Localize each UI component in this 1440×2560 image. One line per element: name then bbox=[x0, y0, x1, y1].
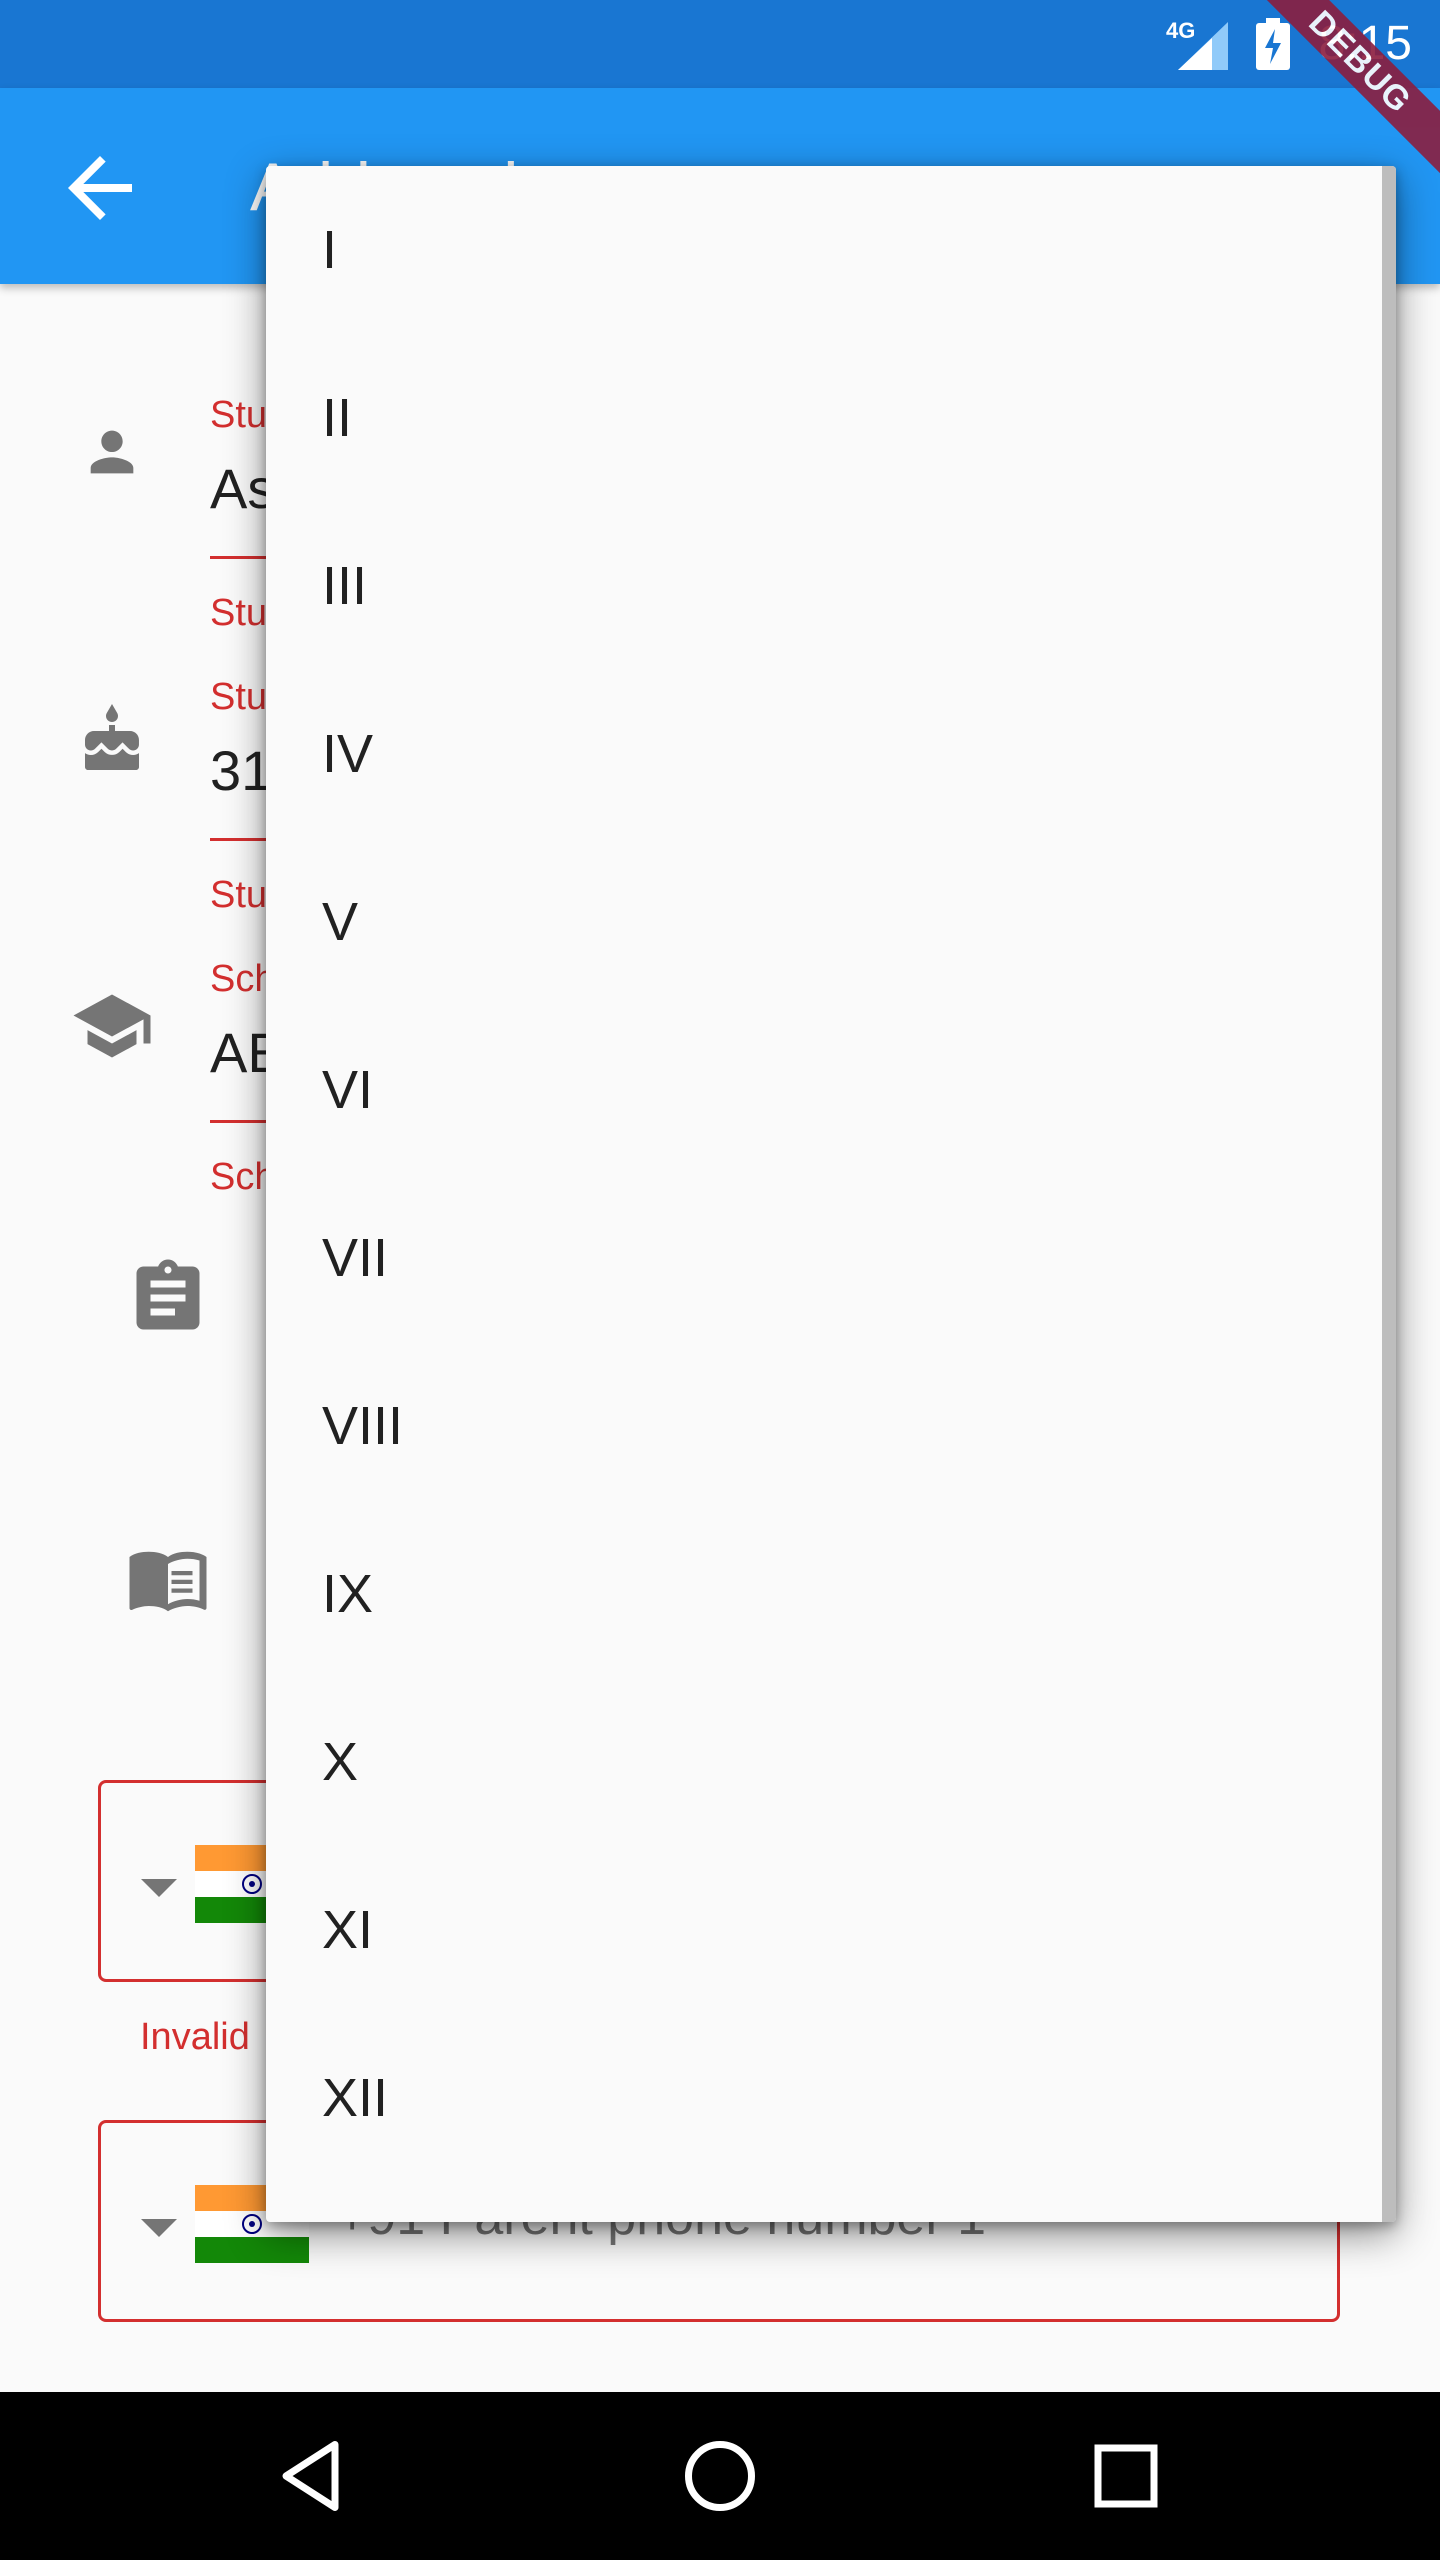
menu-item-class[interactable]: VIII bbox=[322, 1342, 1322, 1510]
menu-item-class[interactable]: I bbox=[322, 166, 1322, 334]
student-name-error: Stu bbox=[210, 592, 268, 634]
chevron-down-icon[interactable] bbox=[141, 2219, 177, 2237]
battery-charging-icon bbox=[1256, 18, 1290, 70]
menu-item-class[interactable]: III bbox=[322, 502, 1322, 670]
student-dob-error: Stu bbox=[210, 874, 268, 916]
menu-item-class[interactable]: X bbox=[322, 1678, 1322, 1846]
student-name-label: Stu bbox=[210, 394, 268, 436]
menu-item-class[interactable]: XII bbox=[322, 2014, 1322, 2182]
parent-phone-error: Invalid bbox=[140, 2016, 250, 2058]
status-bar: 4G 8:15 bbox=[0, 0, 1440, 88]
nav-recents-icon[interactable] bbox=[1084, 2434, 1168, 2518]
menu-item-class[interactable]: V bbox=[322, 838, 1322, 1006]
navigation-bar bbox=[0, 2392, 1440, 2560]
arrow-back-icon[interactable] bbox=[52, 140, 148, 236]
assignment-icon bbox=[136, 1259, 200, 1330]
chevron-down-icon[interactable] bbox=[141, 1879, 177, 1897]
school-icon bbox=[73, 994, 151, 1058]
student-dob-input[interactable]: 31 bbox=[210, 738, 272, 803]
menu-item-class[interactable]: XI bbox=[322, 1846, 1322, 2014]
menu-item-class[interactable]: II bbox=[322, 334, 1322, 502]
student-dob-label: Stu bbox=[210, 676, 268, 718]
class-dropdown-menu: I II III IV V VI VII VIII IX X XI XII bbox=[266, 166, 1396, 2222]
menu-item-class[interactable]: IV bbox=[322, 670, 1322, 838]
signal-icon bbox=[1178, 22, 1228, 70]
nav-home-icon[interactable] bbox=[678, 2434, 762, 2518]
nav-back-icon[interactable] bbox=[272, 2434, 356, 2518]
cake-icon bbox=[85, 704, 139, 770]
menu-scrollbar[interactable] bbox=[1382, 166, 1396, 2222]
menu-item-class[interactable]: VI bbox=[322, 1006, 1322, 1174]
menu-item-class[interactable]: VII bbox=[322, 1174, 1322, 1342]
menu-item-class[interactable]: IX bbox=[322, 1510, 1322, 1678]
person-icon bbox=[90, 430, 134, 474]
book-icon bbox=[129, 1551, 207, 1612]
